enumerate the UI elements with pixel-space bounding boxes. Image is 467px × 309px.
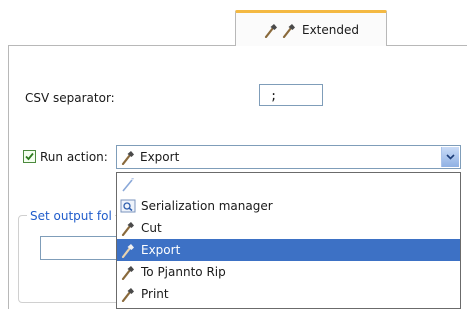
run-action-checkbox[interactable] (23, 150, 36, 163)
hammer-icon (121, 222, 134, 236)
run-action-dropdown-list: Serialization manager Cut Export To Pjan… (116, 172, 461, 309)
tab-label: Extended (302, 22, 359, 37)
search-window-icon (120, 199, 136, 213)
dropdown-item[interactable]: Serialization manager (117, 195, 460, 217)
csv-separator-label: CSV separator: (25, 91, 115, 105)
hammer-icon (121, 244, 134, 258)
chevron-down-icon[interactable] (441, 147, 459, 167)
run-action-select[interactable]: Export (116, 145, 461, 169)
hammer-icon (121, 151, 134, 165)
csv-separator-input[interactable]: ; (259, 84, 323, 106)
wand-icon (122, 178, 134, 192)
check-icon (25, 152, 34, 161)
tab-extended[interactable]: Extended (235, 10, 387, 46)
dropdown-item[interactable]: Print (117, 283, 460, 305)
dropdown-item[interactable] (117, 173, 460, 195)
hammer-icon (264, 23, 277, 38)
output-folder-group-title: Set output fol (27, 209, 115, 223)
run-action-label: Run action: (40, 150, 108, 164)
output-folder-input[interactable] (40, 236, 122, 260)
hammer-icon (282, 23, 295, 38)
run-action-selected-value: Export (140, 150, 180, 164)
dropdown-item[interactable]: To Pjannto Rip (117, 261, 460, 283)
dropdown-item-selected[interactable]: Export (117, 239, 460, 261)
dropdown-item[interactable]: Cut (117, 217, 460, 239)
hammer-icon (121, 288, 134, 302)
hammer-icon (121, 266, 134, 280)
